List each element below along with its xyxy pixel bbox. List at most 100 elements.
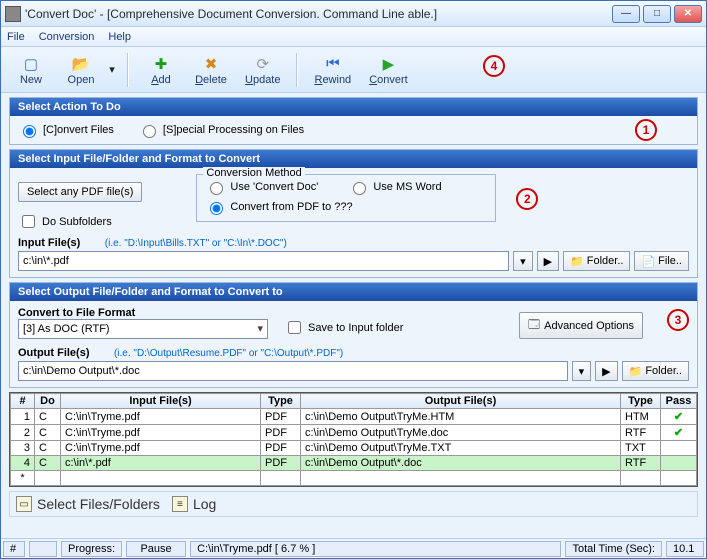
status-pause[interactable]: Pause [126,541,186,557]
output-folder-button[interactable]: 📁Folder.. [622,361,689,381]
panel-input-header: Select Input File/Folder and Format to C… [10,150,697,168]
annotation-1: 1 [635,119,657,141]
app-window: 'Convert Doc' - [Comprehensive Document … [0,0,707,559]
panel-action: Select Action To Do [C]onvert Files [S]p… [9,97,698,145]
open-button[interactable]: 📂 Open [59,50,103,90]
radio-use-msword-label: Use MS Word [373,181,441,193]
output-folder-label: Folder.. [645,365,682,377]
tab-select-files[interactable]: ▭ Select Files/Folders [16,496,160,512]
table-cell: 1 [11,409,35,425]
advanced-options-button[interactable]: 🗔Advanced Options [519,312,643,339]
col-output[interactable]: Output File(s) [301,394,621,409]
convert-to-value: [3] As DOC (RTF) [23,323,110,335]
status-box [29,541,57,557]
conversion-method-legend: Conversion Method [203,167,304,179]
file-icon: 📄 [641,255,655,268]
input-file-button[interactable]: 📄File.. [634,251,689,271]
table-cell: 4 [11,456,35,471]
output-files-label: Output File(s) [18,347,90,359]
radio-convert-files[interactable]: [C]onvert Files [18,122,114,138]
table-cell: C:\in\Tryme.pdf [61,409,261,425]
convert-to-select[interactable]: [3] As DOC (RTF) [18,319,268,339]
col-type2[interactable]: Type [621,394,661,409]
menu-help[interactable]: Help [108,31,131,43]
folder-icon: 📁 [570,255,584,268]
col-pass[interactable]: Pass [661,394,697,409]
status-time-label: Total Time (Sec): [565,541,662,557]
input-play-button[interactable]: ▶ [537,251,559,271]
statusbar: # Progress: Pause C:\in\Tryme.pdf [ 6.7 … [1,538,706,558]
table-row[interactable]: 2CC:\in\Tryme.pdfPDFc:\in\Demo Output\Tr… [11,425,697,441]
table-cell: C:\in\Tryme.pdf [61,425,261,441]
menu-file[interactable]: File [7,31,25,43]
col-num[interactable]: # [11,394,35,409]
col-type[interactable]: Type [261,394,301,409]
maximize-button[interactable]: □ [643,5,671,23]
minimize-button[interactable]: — [612,5,640,23]
table-cell: C [35,425,61,441]
output-play-button[interactable]: ▶ [595,361,617,381]
new-label: New [20,74,42,86]
annotation-3: 3 [667,309,689,331]
new-icon: ▢ [21,54,41,74]
table-row[interactable]: 3CC:\in\Tryme.pdfPDFc:\in\Demo Output\Tr… [11,441,697,456]
update-label: Update [245,74,280,86]
radio-special-processing[interactable]: [S]pecial Processing on Files [138,122,304,138]
input-folder-button[interactable]: 📁Folder.. [563,251,630,271]
do-subfolders-label: Do Subfolders [42,216,112,228]
open-label: Open [68,74,95,86]
output-files-hint: (i.e. "D:\Output\Resume.PDF" or "C:\Outp… [114,348,343,359]
table-cell: 2 [11,425,35,441]
open-dropdown-caret[interactable]: ▾ [107,63,117,76]
table-cell: c:\in\Demo Output\TryMe.TXT [301,441,621,456]
update-button[interactable]: ⟳ Update [239,50,286,90]
table-cell: c:\in\Demo Output\TryMe.doc [301,425,621,441]
add-button[interactable]: ✚ Add [139,50,183,90]
radio-use-msword[interactable]: Use MS Word [348,179,441,195]
do-subfolders-checkbox[interactable]: Do Subfolders [18,212,142,231]
col-input[interactable]: Input File(s) [61,394,261,409]
input-files-label: Input File(s) [18,237,80,249]
table-cell: ✔ [661,409,697,425]
table-row[interactable]: 4Cc:\in\*.pdfPDFc:\in\Demo Output\*.docR… [11,456,697,471]
table-row[interactable]: 1CC:\in\Tryme.pdfPDFc:\in\Demo Output\Tr… [11,409,697,425]
advanced-icon: 🗔 [528,316,540,335]
tab-log[interactable]: ≡ Log [172,496,216,512]
delete-button[interactable]: ✖ Delete [189,50,233,90]
save-to-input-checkbox[interactable]: Save to Input folder [284,318,403,337]
input-dropdown-button[interactable]: ▾ [513,251,533,271]
menu-conversion[interactable]: Conversion [39,31,95,43]
input-files-field[interactable] [18,251,509,271]
close-button[interactable]: ✕ [674,5,702,23]
folder-icon: 📁 [629,365,643,378]
convert-button[interactable]: ▶ Convert [363,50,414,90]
jobs-grid[interactable]: # Do Input File(s) Type Output File(s) T… [9,392,698,487]
radio-from-pdf-label: Convert from PDF to ??? [230,201,352,213]
convert-to-label: Convert to File Format [18,307,268,319]
tabs-row: ▭ Select Files/Folders ≡ Log [9,491,698,517]
status-time-value: 10.1 [666,541,704,557]
table-row-new[interactable]: * [11,471,697,486]
new-button[interactable]: ▢ New [9,50,53,90]
output-dropdown-button[interactable]: ▾ [572,361,592,381]
output-files-field[interactable] [18,361,568,381]
panel-input: Select Input File/Folder and Format to C… [9,149,698,278]
panel-output-header: Select Output File/Folder and Format to … [10,283,697,301]
radio-from-pdf[interactable]: Convert from PDF to ??? [205,199,487,215]
table-cell: C:\in\Tryme.pdf [61,441,261,456]
table-cell: 3 [11,441,35,456]
input-folder-label: Folder.. [587,255,624,267]
annotation-2: 2 [516,188,538,210]
table-cell [661,456,697,471]
table-cell: C [35,456,61,471]
select-any-pdf-button[interactable]: Select any PDF file(s) [18,182,142,202]
radio-use-convertdoc[interactable]: Use 'Convert Doc' [205,179,318,195]
col-do[interactable]: Do [35,394,61,409]
annotation-4: 4 [483,55,505,77]
rewind-button[interactable]: ⏮ Rewind [308,50,357,90]
table-cell [661,441,697,456]
open-icon: 📂 [71,54,91,74]
toolbar-separator [127,53,129,87]
table-cell: PDF [261,409,301,425]
toolbar-separator [296,53,298,87]
